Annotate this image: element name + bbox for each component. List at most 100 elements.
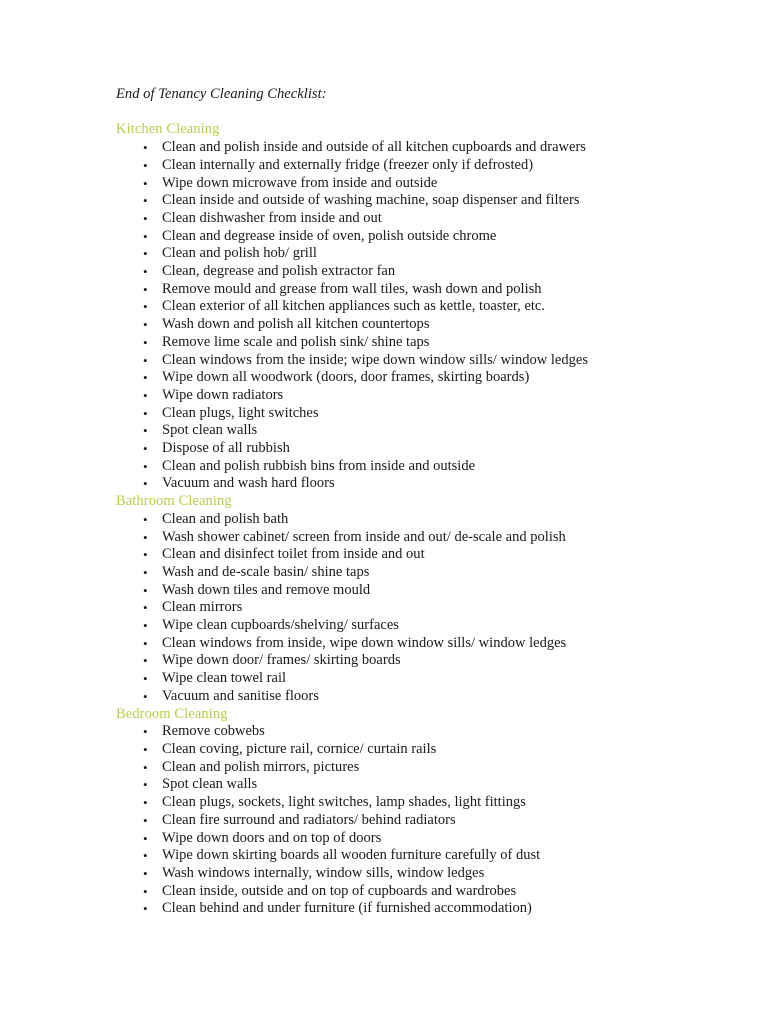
list-item[interactable]: • Clean inside, outside and on top of cup… <box>116 883 676 901</box>
bullet-icon: • <box>143 653 148 669</box>
list-item[interactable]: • Clean and degrease inside of oven, poli… <box>116 228 676 246</box>
bullet-icon: • <box>143 175 148 191</box>
bullet-icon: • <box>143 352 148 368</box>
section-heading: Kitchen Cleaning <box>116 121 220 138</box>
list-item[interactable]: • Clean coving, picture rail, cornice/ cu… <box>116 741 676 759</box>
list-item-label: Wipe down microwave from inside and outs… <box>162 174 438 191</box>
bullet-icon: • <box>143 281 148 297</box>
sections-container: Kitchen Cleaning • Clean and polish inside… <box>116 121 676 918</box>
list-item[interactable]: • Clean mirrors <box>116 599 676 617</box>
list-item-label: Clean plugs, sockets, light switches, la… <box>162 794 526 811</box>
list-item-label: Vacuum and wash hard floors <box>162 475 335 492</box>
list-item[interactable]: • Clean and polish inside and outside of … <box>116 139 676 157</box>
list-item[interactable]: • Wash down tiles and remove mould <box>116 582 676 600</box>
list-item-label: Clean fire surround and radiators/ behin… <box>162 811 456 828</box>
section-bathroom-cleaning: Bathroom Cleaning • Clean and polish bath •… <box>116 493 676 705</box>
list-item-label: Wash windows internally, window sills, w… <box>162 864 485 881</box>
list-item[interactable]: • Wipe down doors and on top of doors <box>116 830 676 848</box>
list-item[interactable]: • Remove mould and grease from wall tiles… <box>116 281 676 299</box>
list-item[interactable]: • Clean windows from the inside; wipe dow… <box>116 352 676 370</box>
list-item-label: Clean and polish hob/ grill <box>162 245 317 262</box>
list-item[interactable]: • Clean plugs, sockets, light switches, l… <box>116 794 676 812</box>
bullet-icon: • <box>143 423 148 439</box>
checklist: • Clean and polish inside and outside of … <box>116 139 676 493</box>
list-item[interactable]: • Spot clean walls <box>116 776 676 794</box>
bullet-icon: • <box>143 564 148 580</box>
list-item[interactable]: • Wipe down microwave from inside and out… <box>116 175 676 193</box>
list-item-label: Clean and degrease inside of oven, polis… <box>162 227 497 244</box>
list-item[interactable]: • Vacuum and wash hard floors <box>116 475 676 493</box>
bullet-icon: • <box>143 848 148 864</box>
bullet-icon: • <box>143 210 148 226</box>
list-item[interactable]: • Clean and disinfect toilet from inside … <box>116 546 676 564</box>
list-item[interactable]: • Wipe clean towel rail <box>116 670 676 688</box>
list-item-label: Remove cobwebs <box>162 723 265 740</box>
list-item[interactable]: • Clean, degrease and polish extractor fa… <box>116 263 676 281</box>
list-item-label: Remove lime scale and polish sink/ shine… <box>162 333 430 350</box>
list-item[interactable]: • Clean fire surround and radiators/ behi… <box>116 812 676 830</box>
list-item[interactable]: • Vacuum and sanitise floors <box>116 688 676 706</box>
bullet-icon: • <box>143 317 148 333</box>
list-item-label: Wipe down doors and on top of doors <box>162 829 382 846</box>
list-item-label: Wipe down skirting boards all wooden fur… <box>162 847 541 864</box>
list-item[interactable]: • Clean and polish bath <box>116 511 676 529</box>
list-item-label: Clean coving, picture rail, cornice/ cur… <box>162 741 437 757</box>
document-body: End of Tenancy Cleaning Checklist: Kitch… <box>116 86 676 918</box>
bullet-icon: • <box>143 688 148 704</box>
bullet-icon: • <box>143 547 148 563</box>
checklist: • Clean and polish bath • Wash shower cabin… <box>116 511 676 706</box>
title-spacer <box>116 104 676 122</box>
bullet-icon: • <box>143 582 148 598</box>
bullet-icon: • <box>143 883 148 899</box>
list-item[interactable]: • Wipe down radiators <box>116 387 676 405</box>
list-item[interactable]: • Clean dishwasher from inside and out <box>116 210 676 228</box>
list-item-label: Clean inside and outside of washing mach… <box>162 192 580 209</box>
list-item[interactable]: • Clean and polish rubbish bins from insi… <box>116 458 676 476</box>
bullet-icon: • <box>143 476 148 492</box>
list-item[interactable]: • Remove lime scale and polish sink/ shin… <box>116 334 676 352</box>
list-item[interactable]: • Clean and polish hob/ grill <box>116 245 676 263</box>
list-item[interactable]: • Clean internally and externally fridge … <box>116 157 676 175</box>
list-item-label: Clean and polish rubbish bins from insid… <box>162 457 476 474</box>
list-item[interactable]: • Clean exterior of all kitchen appliance… <box>116 298 676 316</box>
list-item-label: Spot clean walls <box>162 422 258 439</box>
list-item[interactable]: • Wipe down all woodwork (doors, door fra… <box>116 369 676 387</box>
list-item[interactable]: • Wipe clean cupboards/shelving/ surfaces <box>116 617 676 635</box>
bullet-icon: • <box>143 812 148 828</box>
list-item-label: Wash down and polish all kitchen counter… <box>162 316 430 333</box>
list-item[interactable]: • Remove cobwebs <box>116 723 676 741</box>
list-item[interactable]: • Clean behind and under furniture (if fu… <box>116 900 676 918</box>
document-title: End of Tenancy Cleaning Checklist: <box>116 86 327 102</box>
bullet-icon: • <box>143 193 148 209</box>
list-item[interactable]: • Wash windows internally, window sills, … <box>116 865 676 883</box>
list-item-label: Remove mould and grease from wall tiles,… <box>162 280 542 297</box>
list-item[interactable]: • Wash shower cabinet/ screen from inside… <box>116 529 676 547</box>
bullet-icon: • <box>143 635 148 651</box>
list-item-label: Clean windows from the inside; wipe down… <box>162 351 588 368</box>
bullet-icon: • <box>143 405 148 421</box>
list-item[interactable]: • Clean and polish mirrors, pictures <box>116 759 676 777</box>
section-kitchen-cleaning: Kitchen Cleaning • Clean and polish inside… <box>116 121 676 493</box>
list-item[interactable]: • Wipe down door/ frames/ skirting boards <box>116 652 676 670</box>
checklist: • Remove cobwebs • Clean coving, picture ra… <box>116 723 676 918</box>
list-item[interactable]: • Clean windows from inside, wipe down wi… <box>116 635 676 653</box>
list-item[interactable]: • Wash down and polish all kitchen counte… <box>116 316 676 334</box>
bullet-icon: • <box>143 865 148 881</box>
list-item[interactable]: • Wipe down skirting boards all wooden fu… <box>116 847 676 865</box>
bullet-icon: • <box>143 370 148 386</box>
list-item[interactable]: • Wash and de-scale basin/ shine taps <box>116 564 676 582</box>
bullet-icon: • <box>143 671 148 687</box>
list-item[interactable]: • Clean plugs, light switches <box>116 405 676 423</box>
bullet-icon: • <box>143 334 148 350</box>
list-item[interactable]: • Spot clean walls <box>116 422 676 440</box>
list-item-label: Wash shower cabinet/ screen from inside … <box>162 528 566 545</box>
list-item[interactable]: • Dispose of all rubbish <box>116 440 676 458</box>
list-item-label: Dispose of all rubbish <box>162 440 290 457</box>
list-item-label: Wipe clean cupboards/shelving/ surfaces <box>162 617 399 634</box>
list-item-label: Clean inside, outside and on top of cupb… <box>162 882 517 899</box>
bullet-icon: • <box>143 724 148 740</box>
section-heading: Bedroom Cleaning <box>116 705 228 722</box>
list-item-label: Wash and de-scale basin/ shine taps <box>162 563 370 580</box>
list-item[interactable]: • Clean inside and outside of washing mac… <box>116 192 676 210</box>
section-bedroom-cleaning: Bedroom Cleaning • Remove cobwebs • Clean co… <box>116 706 676 918</box>
